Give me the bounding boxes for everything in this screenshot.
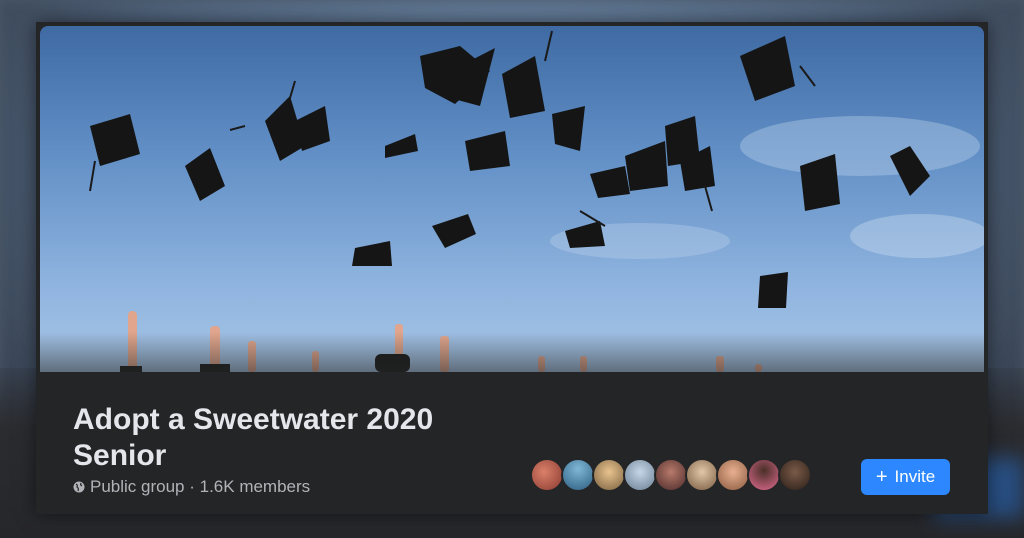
group-header-card: Adopt a Sweetwater 2020 Senior Public gr… <box>36 22 988 514</box>
group-info: Adopt a Sweetwater 2020 Senior Public gr… <box>36 372 988 514</box>
member-avatars <box>530 458 812 494</box>
member-avatar-4[interactable] <box>623 458 657 492</box>
plus-icon: + <box>875 466 888 488</box>
member-avatar-9[interactable] <box>778 458 812 492</box>
meta-separator: · <box>184 477 200 496</box>
member-avatar-5[interactable] <box>654 458 688 492</box>
member-avatar-8[interactable] <box>747 458 781 492</box>
cover-shadow <box>40 332 984 372</box>
globe-icon <box>73 481 85 493</box>
member-count[interactable]: 1.6K members <box>200 476 311 498</box>
invite-label: Invite <box>894 467 936 486</box>
member-avatar-2[interactable] <box>561 458 595 492</box>
member-avatar-6[interactable] <box>685 458 719 492</box>
invite-button[interactable]: + Invite <box>861 459 950 495</box>
privacy-label[interactable]: Public group <box>90 476 185 498</box>
member-avatar-3[interactable] <box>592 458 626 492</box>
cover-photo[interactable] <box>40 26 984 372</box>
member-avatar-1[interactable] <box>530 458 564 492</box>
member-avatar-7[interactable] <box>716 458 750 492</box>
group-meta: Public group · 1.6K members <box>73 476 310 498</box>
graduation-caps-image <box>89 30 984 372</box>
group-title[interactable]: Adopt a Sweetwater 2020 Senior <box>73 402 513 474</box>
